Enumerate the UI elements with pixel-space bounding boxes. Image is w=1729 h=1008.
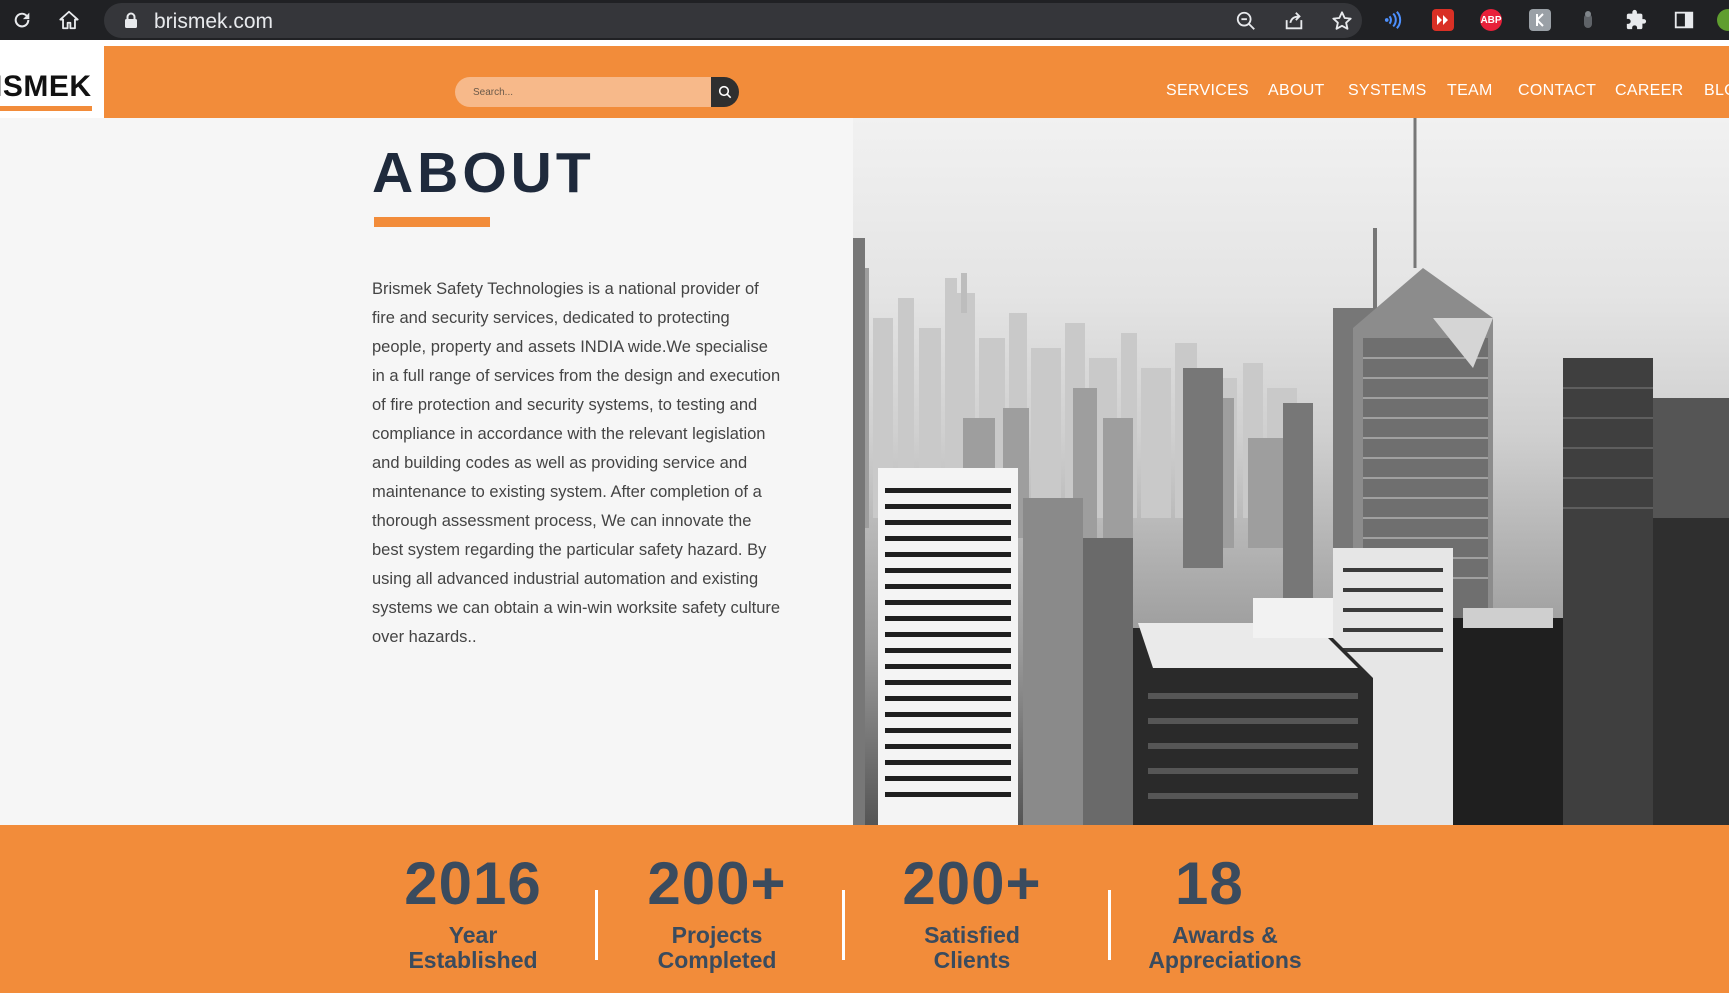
- stat-divider: [1108, 890, 1111, 960]
- stat-label: Satisfied Clients: [882, 923, 1062, 973]
- url-text[interactable]: brismek.com: [154, 10, 273, 34]
- lock-icon[interactable]: [124, 12, 138, 34]
- stat-label: Projects Completed: [627, 923, 807, 973]
- adblock-plus-icon[interactable]: ABP: [1479, 8, 1503, 32]
- stat-number: 2016: [404, 850, 542, 917]
- stats-section: [0, 825, 1729, 993]
- stat-divider: [595, 890, 598, 960]
- stat-number: 18: [1175, 850, 1244, 917]
- stat-label-line: Appreciations: [1148, 947, 1302, 973]
- stat-awards: 18 Awards & Appreciations: [1130, 853, 1320, 973]
- stat-year-established: 2016 Year Established: [383, 853, 563, 973]
- stat-label: Awards & Appreciations: [1130, 923, 1320, 973]
- reload-icon[interactable]: [10, 8, 34, 32]
- pin-extension-icon[interactable]: [1576, 8, 1600, 32]
- nav-contact[interactable]: CONTACT: [1518, 82, 1596, 104]
- zoom-icon[interactable]: [1234, 9, 1258, 33]
- city-skyline-image: [853, 118, 1729, 825]
- stat-satisfied-clients: 200+ Satisfied Clients: [882, 853, 1062, 973]
- stat-projects-completed: 200+ Projects Completed: [627, 853, 807, 973]
- site-search: [455, 77, 739, 107]
- search-icon: [718, 85, 732, 99]
- wifi-extension-icon[interactable]: [1383, 8, 1407, 32]
- stat-label-line: Awards &: [1172, 922, 1278, 948]
- search-input[interactable]: [455, 77, 711, 107]
- logo-underline: [0, 106, 92, 111]
- about-heading: ABOUT: [372, 141, 595, 205]
- site-logo[interactable]: ISMEK: [0, 46, 104, 118]
- bookmark-star-icon[interactable]: [1330, 9, 1354, 33]
- stat-label: Year Established: [383, 923, 563, 973]
- stat-number: 200+: [902, 850, 1042, 917]
- stat-label-line: Clients: [933, 947, 1011, 973]
- stat-number: 200+: [647, 850, 787, 917]
- about-description: Brismek Safety Technologies is a nationa…: [372, 280, 781, 646]
- stat-label-line: Projects: [671, 922, 763, 948]
- nav-career[interactable]: CAREER: [1615, 82, 1683, 104]
- nav-blog[interactable]: BLO: [1704, 82, 1729, 104]
- nav-about[interactable]: ABOUT: [1268, 82, 1325, 104]
- share-icon[interactable]: [1282, 9, 1306, 33]
- side-panel-icon[interactable]: [1672, 8, 1696, 32]
- browser-toolbar: brismek.com ABP: [0, 0, 1729, 40]
- video-extension-icon[interactable]: [1431, 8, 1455, 32]
- profile-avatar-icon[interactable]: [1716, 8, 1729, 32]
- grey-extension-icon[interactable]: [1528, 8, 1552, 32]
- stat-divider: [842, 890, 845, 960]
- home-icon[interactable]: [57, 8, 81, 32]
- page-bottom-strip: [0, 993, 1729, 1008]
- stat-label-line: Completed: [657, 947, 777, 973]
- stat-label-line: Satisfied: [924, 922, 1020, 948]
- nav-systems[interactable]: SYSTEMS: [1348, 82, 1427, 104]
- nav-team[interactable]: TEAM: [1447, 82, 1493, 104]
- address-bar[interactable]: brismek.com: [104, 3, 1362, 38]
- nav-services[interactable]: SERVICES: [1166, 82, 1249, 104]
- stat-label-line: Established: [408, 947, 538, 973]
- about-heading-underline: [374, 217, 490, 227]
- extensions-puzzle-icon[interactable]: [1624, 8, 1648, 32]
- search-button[interactable]: [711, 77, 739, 107]
- logo-text: ISMEK: [0, 70, 92, 103]
- stat-label-line: Year: [448, 922, 498, 948]
